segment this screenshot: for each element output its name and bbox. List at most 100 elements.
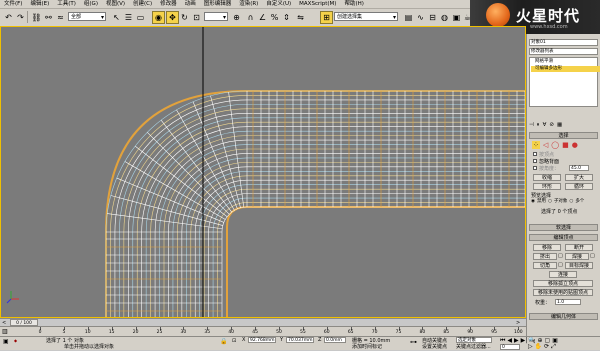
rectangle-selection-icon[interactable]: ▭ xyxy=(134,11,147,24)
target-weld-button[interactable]: 目标焊接 xyxy=(565,262,593,269)
configure-modifier-sets-icon[interactable]: ▦ xyxy=(557,122,562,130)
menu-bar: 文件(F) 编辑(E) 工具(T) 组(G) 视图(V) 创建(C) 修改器 动… xyxy=(0,0,470,9)
menu-tools[interactable]: 工具(T) xyxy=(53,0,80,8)
bind-space-warp-icon[interactable]: ≈ xyxy=(54,11,67,24)
named-selection-dropdown[interactable]: 创建选择集 xyxy=(334,12,398,22)
field-of-view-icon[interactable]: ▷ xyxy=(528,343,533,351)
weld-settings-icon[interactable]: □ xyxy=(590,253,595,259)
perspective-viewport[interactable] xyxy=(0,26,526,318)
redo-icon[interactable]: ↷ xyxy=(14,11,27,24)
stack-item-meshsmooth[interactable]: 网格平滑 xyxy=(531,59,600,65)
x-coord-field[interactable]: 92.768mm xyxy=(248,337,276,343)
y-coord-field[interactable]: 70.037mm xyxy=(286,337,314,343)
menu-help[interactable]: 帮助(H) xyxy=(340,0,367,8)
remove-unused-map-verts-button[interactable]: 移除未使用的贴图顶点 xyxy=(533,289,593,296)
menu-maxscript[interactable]: MAXScript(M) xyxy=(295,0,340,8)
preview-off-radio[interactable]: ◉ xyxy=(531,199,535,204)
vertex-level-icon[interactable]: ⁘ xyxy=(532,141,540,149)
window-crossing-icon[interactable]: ◉ xyxy=(152,11,165,24)
logo-icon xyxy=(486,3,510,27)
remove-isolated-vertices-button[interactable]: 移除孤立顶点 xyxy=(533,280,593,287)
mini-curve-editor-icon[interactable]: ▥ xyxy=(2,328,8,335)
shrink-button[interactable]: 收缩 xyxy=(533,174,561,181)
mirror-icon[interactable]: ⇋ xyxy=(294,11,307,24)
preview-multi-label: 多个 xyxy=(575,199,585,204)
spinner-snap-icon[interactable]: ⇕ xyxy=(280,11,293,24)
maxscript-listener-icon[interactable]: ▣ xyxy=(3,338,11,348)
modifier-stack-list: 网格平滑 可编辑多边形 xyxy=(529,57,600,107)
edge-level-icon[interactable]: ◁ xyxy=(543,141,548,149)
z-coord-field[interactable]: 0.0mm xyxy=(324,337,346,343)
connect-button[interactable]: 连接 xyxy=(549,271,577,278)
chamfer-settings-icon[interactable]: □ xyxy=(558,262,563,268)
grow-button[interactable]: 扩大 xyxy=(565,174,593,181)
ignore-backfacing-checkbox[interactable] xyxy=(533,159,537,163)
preview-multi-radio[interactable]: ○ xyxy=(569,199,573,204)
edit-vertices-rollout-header[interactable]: 编辑顶点 xyxy=(529,234,598,241)
menu-animation[interactable]: 动画 xyxy=(181,0,200,8)
ring-button[interactable]: 环形 xyxy=(533,183,561,190)
next-key-icon[interactable]: ▶| xyxy=(521,337,528,345)
pan-icon[interactable]: ✋ xyxy=(535,343,542,351)
menu-graph-editors[interactable]: 图形编辑器 xyxy=(200,0,236,8)
chamfer-button[interactable]: 切角 xyxy=(533,262,557,269)
object-name-field[interactable]: 对象01 xyxy=(529,39,598,46)
menu-views[interactable]: 视图(V) xyxy=(102,0,129,8)
make-unique-icon[interactable]: ∀ xyxy=(543,122,547,130)
weld-button[interactable]: 焊接 xyxy=(565,253,589,260)
status-warning-icon: ◆ xyxy=(14,338,18,343)
time-slider-thumb[interactable]: 0 / 100 xyxy=(10,319,38,326)
ignore-backfacing-label: 忽略背面 xyxy=(539,159,560,165)
command-panel: 对象01 修改器列表 网格平滑 可编辑多边形 ⊣ ⏸ ∀ ⊘ ▦ 选择 ⁘ ◁ … xyxy=(526,34,600,340)
x-coord-label: X xyxy=(242,337,246,343)
pin-stack-icon[interactable]: ⊣ xyxy=(529,122,534,130)
align-icon[interactable]: ⊞ xyxy=(320,11,333,24)
menu-edit[interactable]: 编辑(E) xyxy=(26,0,53,8)
edit-geometry-rollout-header[interactable]: 编辑几何体 xyxy=(529,313,598,320)
show-end-result-icon[interactable]: ⏸ xyxy=(537,122,540,130)
break-button[interactable]: 断开 xyxy=(565,244,593,251)
preview-selection-options: ◉ 禁用 ○ 子对象 ○ 多个 xyxy=(531,198,585,205)
stack-item-editable-poly[interactable]: 可编辑多边形 xyxy=(531,66,600,72)
by-angle-label: 按角度： xyxy=(539,166,560,172)
selection-status-text: 选择了 0 个顶点 xyxy=(541,209,578,215)
axis-tripod-icon xyxy=(6,291,19,304)
selection-filter-dropdown[interactable]: 全部 xyxy=(68,12,106,22)
weight-spinner[interactable]: 1.0 xyxy=(555,299,581,305)
modifier-list-dropdown[interactable]: 修改器列表 xyxy=(529,48,598,55)
loop-button[interactable]: 循环 xyxy=(565,183,593,190)
orbit-icon[interactable]: ⟳ xyxy=(544,343,549,351)
current-frame-field[interactable]: 0 xyxy=(500,344,520,350)
reference-coordinate-dropdown[interactable] xyxy=(204,12,228,22)
by-angle-checkbox[interactable] xyxy=(533,166,537,170)
y-coord-label: Y xyxy=(280,337,284,343)
selection-rollout-header[interactable]: 选择 xyxy=(529,132,598,139)
preview-off-label: 禁用 xyxy=(536,199,546,204)
menu-rendering[interactable]: 渲染(R) xyxy=(235,0,262,8)
menu-file[interactable]: 文件(F) xyxy=(0,0,26,8)
lock-selection-icon[interactable]: 🔒 xyxy=(220,338,227,345)
menu-create[interactable]: 创建(C) xyxy=(129,0,156,8)
absolute-mode-icon[interactable]: ⊡ xyxy=(232,338,236,344)
pivot-icon[interactable]: ⊕ xyxy=(230,11,243,24)
extrude-settings-icon[interactable]: □ xyxy=(558,253,563,259)
scale-icon[interactable]: ⊡ xyxy=(190,11,203,24)
border-level-icon[interactable]: ◯ xyxy=(551,141,559,149)
by-angle-spinner[interactable]: 45.0 xyxy=(569,165,589,171)
polygon-level-icon[interactable]: ■ xyxy=(562,141,569,149)
element-level-icon[interactable]: ● xyxy=(572,141,578,149)
toolbar-separator xyxy=(27,11,28,23)
menu-customize[interactable]: 自定义(U) xyxy=(262,0,295,8)
soft-selection-rollout-header[interactable]: 软选择 xyxy=(529,224,598,231)
by-vertex-checkbox[interactable] xyxy=(533,152,537,156)
remove-button[interactable]: 移除 xyxy=(533,244,561,251)
extrude-button[interactable]: 挤出 xyxy=(533,253,557,260)
preview-subobject-radio[interactable]: ○ xyxy=(548,199,552,204)
maximize-viewport-icon[interactable]: ⤢ xyxy=(551,343,556,351)
remove-modifier-icon[interactable]: ⊘ xyxy=(549,122,554,130)
menu-group[interactable]: 组(G) xyxy=(80,0,102,8)
logo-text: 火星时代 xyxy=(516,7,581,25)
set-key-icon[interactable]: ⊶ xyxy=(410,338,420,348)
menu-modifiers[interactable]: 修改器 xyxy=(156,0,181,8)
stack-tools: ⊣ ⏸ ∀ ⊘ ▦ xyxy=(529,122,598,130)
